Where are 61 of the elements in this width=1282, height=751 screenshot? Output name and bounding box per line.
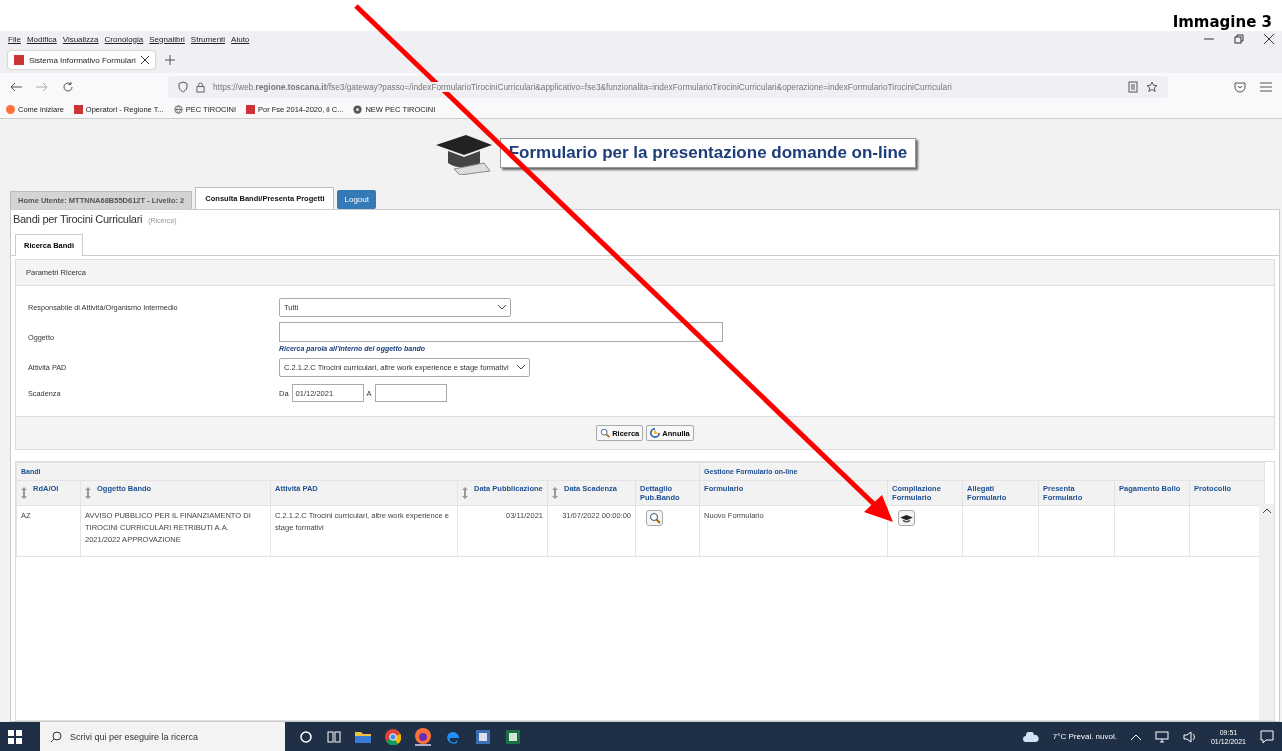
sort-icon[interactable] (462, 487, 468, 499)
chevron-down-icon[interactable] (498, 304, 506, 310)
search-icon (600, 428, 611, 438)
network-icon[interactable] (1154, 730, 1169, 743)
menu-item[interactable]: Segnalibri (149, 34, 185, 44)
scrollbar[interactable] (1259, 504, 1274, 720)
menu-item[interactable]: Strumenti (190, 34, 226, 44)
disc-icon (353, 105, 363, 114)
menu-item[interactable]: Cronologia (104, 34, 144, 44)
address-bar[interactable]: https://web.regione.toscana.it/fse3/gateway?passo=/indexFormularioTirociniCurriculari&applicativo=fse3&funzionalita=indexFormularioTirociniCurriculari&operazione=indexFormularioTirociniCurriculari (168, 76, 1168, 98)
logout-button[interactable]: Logout (337, 190, 376, 209)
speaker-icon[interactable] (1182, 730, 1197, 743)
page-heading: Bandi per Tirocini Curriculari (13, 213, 143, 225)
menu-item[interactable]: File (8, 34, 21, 44)
reader-view-icon[interactable] (1128, 81, 1138, 93)
pocket-icon[interactable] (1234, 81, 1246, 93)
sort-icon[interactable] (21, 487, 27, 499)
search-icon (50, 730, 62, 743)
spreadsheet-icon[interactable] (505, 728, 521, 745)
tab-title: Sistema Informativo Formulari (29, 55, 136, 65)
browser-tab[interactable]: Sistema Informativo Formulari (8, 51, 155, 69)
url-text: https://web.regione.toscana.it/fse3/gateway?passo=/indexFormularioTirociniCurriculari&applicativo=fse3&funzionalita=indexFormularioTirociniCurriculari&operazione=indexFormularioTirociniCurriculari (213, 82, 952, 92)
star-icon[interactable] (1146, 81, 1158, 93)
menu-item[interactable]: Visualizza (62, 34, 99, 44)
back-icon[interactable] (10, 82, 22, 92)
menu-item[interactable]: Modifica (26, 34, 57, 44)
chrome-icon[interactable] (385, 728, 401, 745)
close-icon[interactable] (140, 56, 149, 64)
view-button[interactable] (646, 510, 663, 526)
cloud-icon (1022, 731, 1039, 742)
site-icon (14, 55, 24, 65)
close-icon[interactable] (1264, 34, 1274, 44)
chevron-up-icon[interactable] (1262, 508, 1271, 513)
new-tab-icon[interactable] (164, 55, 175, 65)
date-field[interactable] (374, 384, 447, 402)
browser-logo-icon (6, 105, 15, 114)
text-field[interactable] (279, 322, 723, 342)
globe-icon (173, 105, 183, 114)
weather-text[interactable]: 7°C Preval. nuvol. (1052, 732, 1117, 741)
menu-item[interactable]: Aiuto (231, 34, 250, 44)
site-icon (73, 105, 83, 114)
reload-icon[interactable] (62, 81, 74, 93)
taskbar-search-field[interactable]: Scrivi qui per eseguire la ricerca (40, 722, 285, 751)
compile-button[interactable] (898, 510, 916, 526)
sort-icon[interactable] (552, 487, 558, 499)
firefox-icon[interactable] (415, 727, 431, 746)
image-caption: Immagine 3 (1172, 13, 1272, 31)
shield-icon (178, 81, 188, 93)
start-icon[interactable] (8, 729, 22, 744)
app-icon[interactable] (475, 728, 491, 745)
cortana-icon[interactable] (299, 729, 313, 744)
restore-icon[interactable] (1234, 34, 1244, 44)
banner-title: Formulario per la presentazione domande on-line (499, 138, 917, 168)
lock-icon (196, 81, 205, 93)
notification-icon[interactable] (1260, 729, 1274, 744)
chevron-down-icon[interactable] (516, 364, 525, 370)
sort-icon[interactable] (85, 487, 91, 499)
site-icon (246, 105, 255, 114)
folder-icon[interactable] (355, 729, 371, 744)
undo-icon (650, 428, 661, 438)
task-view-icon[interactable] (327, 729, 341, 744)
